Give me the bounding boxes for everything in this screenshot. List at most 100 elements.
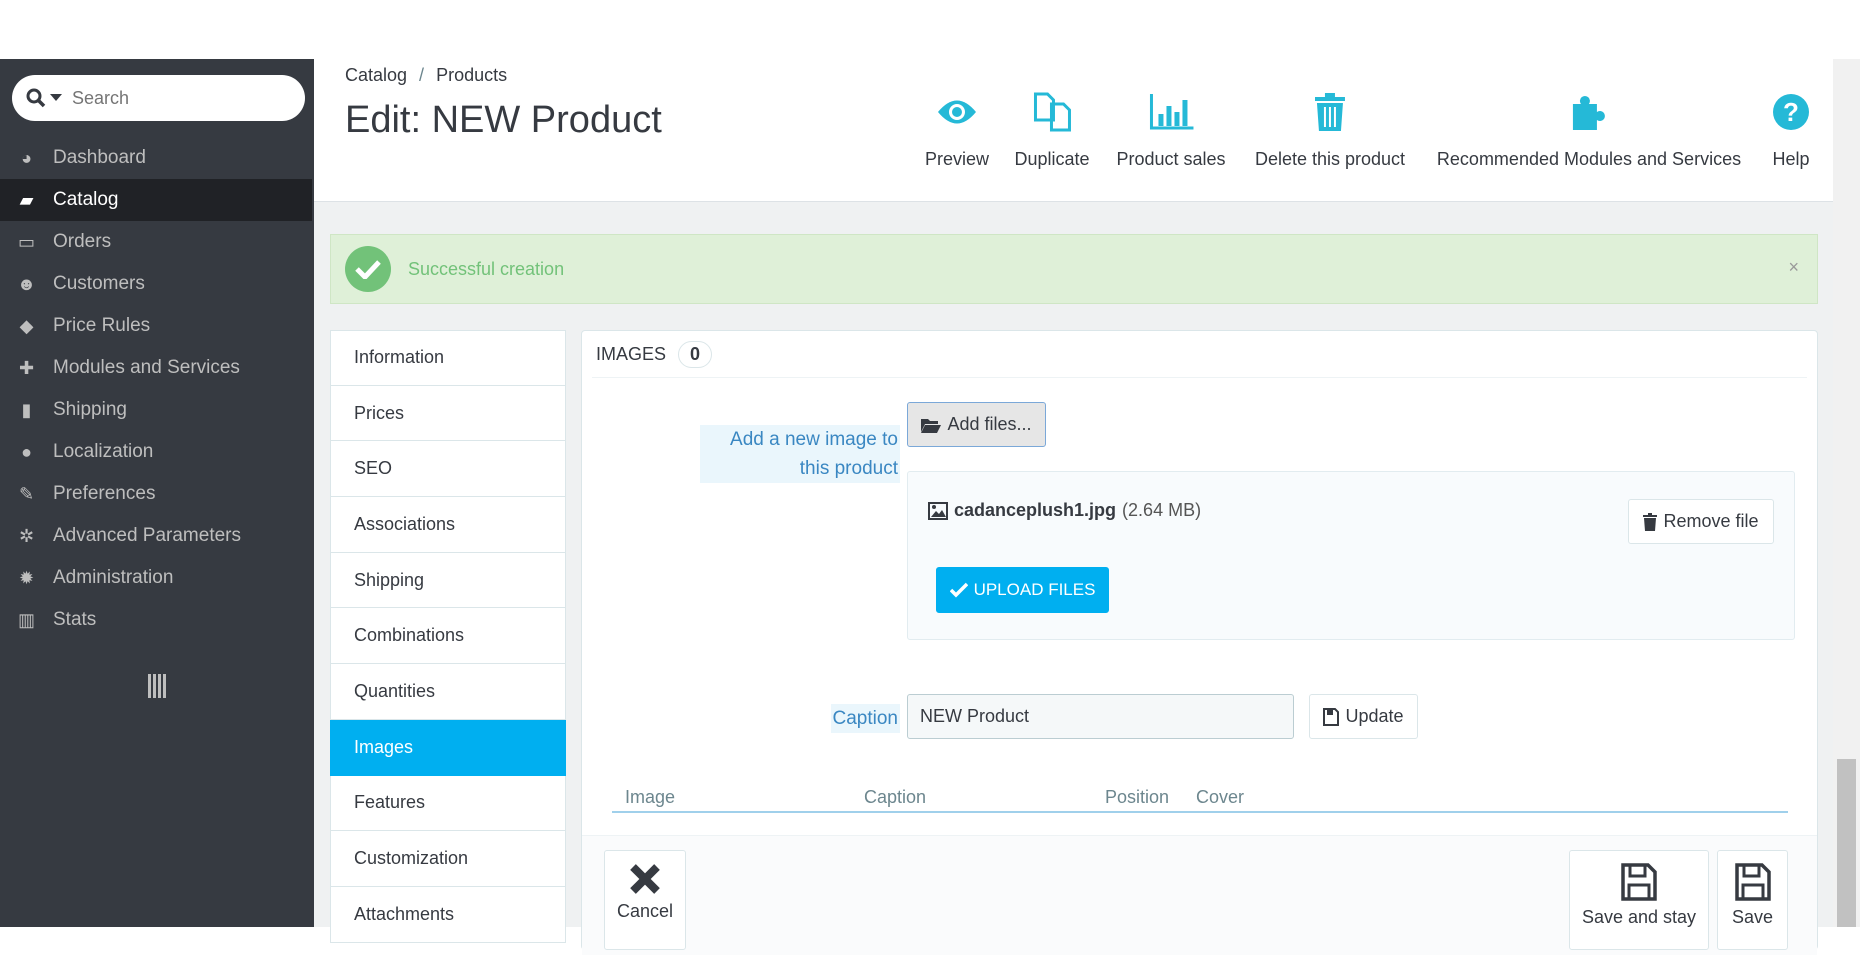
product-tabs: Information Prices SEO Associations Shipping… <box>330 330 566 943</box>
file-item: cadanceplush1.jpg (2.64 MB) <box>928 500 1201 521</box>
save-icon <box>1621 863 1657 901</box>
check-circle-icon <box>345 246 391 292</box>
caption-label: Caption <box>830 704 900 733</box>
wrench-icon: ✎ <box>18 483 35 504</box>
cancel-button[interactable]: Cancel <box>604 850 686 950</box>
alert-message: Successful creation <box>408 258 565 279</box>
toolbar-product-sales-button[interactable]: Product sales <box>1116 89 1226 170</box>
sidebar-item-modules-and-services[interactable]: ✚ Modules and Services <box>0 347 314 389</box>
page-title: Edit: NEW Product <box>345 99 662 141</box>
sidebar-item-shipping[interactable]: ▮ Shipping <box>0 389 314 431</box>
success-alert: Successful creation × <box>330 234 1818 304</box>
sidebar: ◕ Dashboard ▰ Catalog ▭ Orders ☻ Customers ◆ Pric… <box>0 59 314 927</box>
tab-shipping[interactable]: Shipping <box>330 552 566 609</box>
sidebar-item-preferences[interactable]: ✎ Preferences <box>0 473 314 515</box>
sidebar-item-label: Catalog <box>53 189 119 210</box>
breadcrumb: Catalog / Products <box>345 65 508 85</box>
update-caption-button[interactable]: Update <box>1309 694 1418 739</box>
file-name: cadanceplush1.jpg <box>954 500 1117 520</box>
dashboard-icon: ◕ <box>21 147 32 168</box>
sidebar-item-label: Orders <box>53 231 112 252</box>
breadcrumb-products[interactable]: Products <box>436 65 507 85</box>
bar-chart-icon <box>1116 89 1225 135</box>
toolbar-delete-this-product-button[interactable]: Delete this product <box>1255 89 1405 170</box>
image-count-badge: 0 <box>678 341 713 368</box>
save-and-stay-button[interactable]: Save and stay <box>1569 850 1709 950</box>
close-icon <box>630 864 660 894</box>
tab-information[interactable]: Information <box>330 330 566 386</box>
sidebar-item-customers[interactable]: ☻ Customers <box>0 263 314 305</box>
search-input[interactable] <box>72 87 292 109</box>
toolbar-recommended-modules-and-services-button[interactable]: Recommended Modules and Services <box>1437 89 1741 170</box>
svg-text:?: ? <box>1783 97 1799 127</box>
scrollbar[interactable] <box>1833 59 1860 927</box>
tab-seo[interactable]: SEO <box>330 441 566 498</box>
sidebar-item-label: Modules and Services <box>53 357 240 378</box>
tab-combinations[interactable]: Combinations <box>330 608 566 665</box>
tab-quantities[interactable]: Quantities <box>330 664 566 720</box>
sidebar-item-label: Advanced Parameters <box>53 525 241 546</box>
column-image: Image <box>625 787 676 807</box>
panel-heading: IMAGES 0 <box>596 341 713 368</box>
eye-icon <box>925 89 989 135</box>
sidebar-item-label: Dashboard <box>53 147 146 168</box>
sidebar-item-label: Stats <box>53 609 97 630</box>
save-icon <box>1734 863 1771 901</box>
sidebar-item-dashboard[interactable]: ◕ Dashboard <box>0 137 314 179</box>
sidebar-item-label: Administration <box>53 567 174 588</box>
sidebar-item-label: Price Rules <box>53 315 151 336</box>
globe-icon: ● <box>21 441 32 462</box>
users-icon: ☻ <box>17 273 36 294</box>
column-caption: Caption <box>864 787 927 807</box>
check-icon <box>949 582 968 598</box>
column-position: Position <box>1105 787 1170 807</box>
cog-icon: ✹ <box>18 567 35 588</box>
trash-icon <box>1255 89 1405 135</box>
sidebar-item-catalog[interactable]: ▰ Catalog <box>0 179 312 221</box>
puzzle-icon: ✚ <box>18 357 35 378</box>
puzzle-icon <box>1437 89 1741 135</box>
tab-customization[interactable]: Customization <box>330 831 566 887</box>
search-box <box>12 75 305 121</box>
book-icon: ▰ <box>19 189 34 210</box>
question-icon: ? <box>1772 89 1810 135</box>
sidebar-item-orders[interactable]: ▭ Orders <box>0 221 314 263</box>
images-panel: IMAGES 0 Add a new image to this product … <box>581 330 1818 955</box>
remove-file-button[interactable]: Remove file <box>1628 499 1774 544</box>
tab-prices[interactable]: Prices <box>330 385 566 442</box>
save-icon <box>1323 707 1340 726</box>
sidebar-item-label: Preferences <box>53 483 156 504</box>
truck-icon: ▮ <box>21 399 32 420</box>
sidebar-item-localization[interactable]: ● Localization <box>0 431 314 473</box>
tags-icon: ◆ <box>19 315 34 336</box>
file-size: (2.64 MB) <box>1122 500 1202 520</box>
caret-down-icon <box>50 94 62 101</box>
caption-input[interactable] <box>907 694 1294 739</box>
sidebar-item-administration[interactable]: ✹ Administration <box>0 557 314 599</box>
dropzone[interactable]: cadanceplush1.jpg (2.64 MB) Remove file U… <box>907 471 1795 640</box>
toolbar-preview-button[interactable]: Preview <box>925 89 989 170</box>
add-files-button[interactable]: Add files... <box>907 402 1046 447</box>
sidebar-collapse-icon[interactable] <box>148 674 168 703</box>
trash-icon <box>1643 512 1658 531</box>
close-alert-button[interactable]: × <box>1788 257 1799 278</box>
copy-icon <box>1014 89 1089 135</box>
tab-features[interactable]: Features <box>330 775 566 832</box>
breadcrumb-catalog[interactable]: Catalog <box>345 65 407 85</box>
panel-footer: Cancel Save and stay Save <box>582 835 1817 955</box>
tab-attachments[interactable]: Attachments <box>330 886 566 943</box>
tab-associations[interactable]: Associations <box>330 497 566 553</box>
bar-chart-icon: ▥ <box>17 609 35 630</box>
toolbar-duplicate-button[interactable]: Duplicate <box>1014 89 1090 170</box>
image-icon <box>928 501 948 520</box>
search-icon[interactable] <box>12 88 72 108</box>
tab-images[interactable]: Images <box>330 719 566 776</box>
cogs-icon: ✲ <box>18 525 35 546</box>
save-button[interactable]: Save <box>1717 850 1788 950</box>
sidebar-item-stats[interactable]: ▥ Stats <box>0 599 314 641</box>
upload-files-button[interactable]: UPLOAD FILES <box>936 567 1109 613</box>
sidebar-item-label: Customers <box>53 273 145 294</box>
toolbar-help-button[interactable]: ? Help <box>1772 89 1810 170</box>
sidebar-item-price-rules[interactable]: ◆ Price Rules <box>0 305 314 347</box>
sidebar-item-advanced-parameters[interactable]: ✲ Advanced Parameters <box>0 515 314 557</box>
